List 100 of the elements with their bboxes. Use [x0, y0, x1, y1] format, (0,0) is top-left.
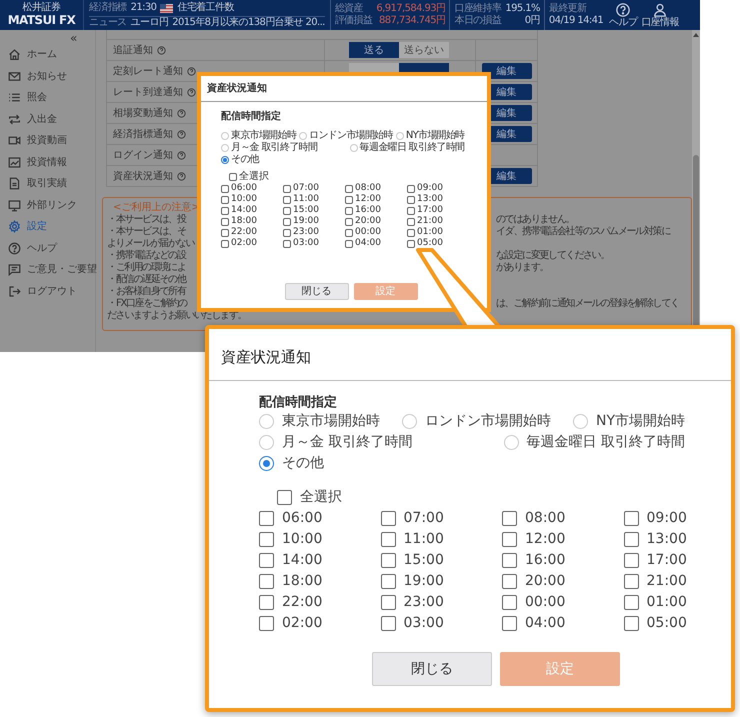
radio-option[interactable]: 東京市場開始時 — [221, 130, 296, 142]
radio-option[interactable]: NY市場開始時 — [396, 130, 465, 142]
sidebar-item[interactable]: 取引実績 — [0, 173, 95, 194]
sidebar-item[interactable]: 投資情報 — [0, 152, 95, 173]
account-button[interactable]: 口座情報 — [639, 0, 681, 30]
help-icon[interactable] — [187, 88, 196, 96]
checkbox-option[interactable]: 09:00 — [624, 508, 687, 529]
checkbox-option[interactable]: 03:00 — [283, 238, 319, 249]
checkbox-option[interactable]: 17:00 — [407, 205, 443, 216]
checkbox-option[interactable]: 05:00 — [624, 613, 687, 634]
checkbox-option[interactable]: 10:00 — [221, 194, 257, 205]
checkbox-option[interactable]: 12:00 — [502, 529, 566, 550]
radio-option[interactable]: 月～金 取引終了時間 — [259, 432, 412, 453]
checkbox-option[interactable]: 13:00 — [624, 529, 687, 550]
sidebar-item[interactable]: 投資動画 — [0, 130, 95, 152]
checkbox-option[interactable]: 11:00 — [283, 194, 319, 205]
checkbox-option[interactable]: 08:00 — [345, 183, 381, 194]
list-icon — [8, 91, 21, 104]
checkbox-option[interactable]: 00:00 — [345, 227, 381, 238]
home-icon — [8, 48, 21, 62]
checkbox-option[interactable]: 07:00 — [283, 183, 319, 194]
help-button[interactable]: ヘルプ — [607, 0, 640, 30]
checkbox-option[interactable]: 06:00 — [259, 508, 322, 529]
checkbox-option[interactable]: 20:00 — [345, 216, 381, 227]
help-icon[interactable] — [187, 66, 196, 76]
setting-label: 経済指標通知 — [113, 128, 173, 142]
checkbox-option[interactable]: 02:00 — [221, 238, 257, 249]
sidebar-item[interactable]: ご意見・ご要望 — [0, 259, 95, 280]
video-camera-icon — [8, 134, 21, 148]
sidebar-item[interactable]: 照会 — [0, 87, 95, 108]
sidebar-item[interactable]: お知らせ — [0, 66, 95, 87]
checkbox-option[interactable]: 00:00 — [502, 592, 566, 613]
checkbox-option[interactable]: 15:00 — [380, 550, 444, 571]
checkbox-option[interactable]: 11:00 — [380, 529, 444, 550]
checkbox-option[interactable]: 03:00 — [380, 613, 444, 634]
checkbox-option[interactable]: 12:00 — [345, 194, 381, 205]
radio-option[interactable]: ロンドン市場開始時 — [299, 130, 393, 142]
checkbox-option[interactable]: 20:00 — [502, 571, 566, 592]
radio-option[interactable]: 月～金 取引終了時間 — [221, 142, 318, 154]
toggle-button[interactable]: 送る — [349, 42, 399, 58]
checkbox-option[interactable]: 10:00 — [259, 529, 322, 550]
sidebar-item[interactable]: 外部リンク — [0, 194, 95, 216]
checkbox-option[interactable]: 15:00 — [283, 205, 319, 216]
checkbox-option[interactable]: 23:00 — [380, 592, 444, 613]
help-icon[interactable] — [177, 172, 186, 180]
checkbox-option[interactable]: 17:00 — [624, 550, 687, 571]
checkbox-option[interactable]: 04:00 — [502, 613, 566, 634]
sidebar-item[interactable]: 入出金 — [0, 108, 95, 130]
checkbox-option[interactable]: 01:00 — [407, 227, 443, 238]
checkbox-option[interactable]: 14:00 — [259, 550, 322, 571]
checkbox-option[interactable]: 16:00 — [502, 550, 566, 571]
radio-option[interactable]: 毎週金曜日 取引終了時間 — [504, 432, 686, 453]
checkbox-option[interactable]: 21:00 — [624, 571, 687, 592]
field-label: 本日の損益 — [454, 15, 502, 27]
radio-option[interactable]: その他 — [221, 154, 259, 166]
checkbox-option[interactable]: 全選択 — [277, 487, 342, 508]
toggle-button[interactable]: 送らない — [399, 42, 449, 58]
checkbox-option[interactable]: 04:00 — [345, 238, 381, 249]
checkbox-option[interactable]: 02:00 — [259, 613, 322, 634]
sidebar-item[interactable]: ヘルプ — [0, 238, 95, 259]
checkbox-option[interactable]: 13:00 — [407, 194, 443, 205]
checkbox-option[interactable]: 22:00 — [221, 227, 257, 238]
help-icon[interactable] — [157, 46, 166, 54]
checkbox-option[interactable]: 06:00 — [221, 183, 257, 194]
radio-option[interactable]: 東京市場開始時 — [259, 411, 380, 432]
help-icon[interactable] — [177, 130, 186, 138]
edit-button[interactable]: 編集 — [482, 63, 532, 79]
checkbox-option[interactable]: 18:00 — [259, 571, 322, 592]
help-icon[interactable] — [177, 150, 186, 160]
close-button[interactable]: 閉じる — [372, 652, 492, 686]
checkbox-option[interactable]: 16:00 — [345, 205, 381, 216]
sidebar-item[interactable]: ホーム — [0, 44, 95, 66]
field-value: 195.1% — [505, 3, 540, 15]
note-text: のではありません。 — [496, 214, 574, 225]
checkbox-option[interactable]: 全選択 — [229, 171, 269, 183]
checkbox-option[interactable]: 14:00 — [221, 205, 257, 216]
collapse-button[interactable]: « — [70, 32, 78, 44]
radio-option[interactable]: その他 — [259, 453, 324, 474]
checkbox-option[interactable]: 22:00 — [259, 592, 322, 613]
checkbox-option[interactable]: 09:00 — [407, 183, 443, 194]
checkbox-option[interactable]: 05:00 — [407, 238, 443, 249]
radio-option[interactable]: 毎週金曜日 取引終了時間 — [350, 142, 465, 154]
checkbox-option[interactable]: 19:00 — [380, 571, 444, 592]
checkbox-option[interactable]: 07:00 — [380, 508, 444, 529]
close-button[interactable]: 閉じる — [284, 283, 348, 300]
radio-option[interactable]: ロンドン市場開始時 — [402, 411, 551, 432]
radio-option[interactable]: NY市場開始時 — [573, 411, 686, 432]
dialog-title: 資産状況通知 — [201, 76, 487, 102]
checkbox-option[interactable]: 01:00 — [624, 592, 687, 613]
checkbox-option[interactable]: 21:00 — [407, 216, 443, 227]
checkbox-option[interactable]: 23:00 — [283, 227, 319, 238]
ticker-text[interactable]: 2015年8月以来の138円台乗せ 20... — [172, 17, 325, 29]
ticker-text[interactable]: 住宅着工件数 — [177, 2, 234, 14]
help-icon[interactable] — [177, 108, 186, 118]
checkbox-option[interactable]: 19:00 — [283, 216, 319, 227]
setting-label: ログイン通知 — [113, 148, 173, 162]
note-text: FX口座をご解約の — [116, 298, 187, 310]
checkbox-option[interactable]: 18:00 — [221, 216, 257, 227]
sidebar-item[interactable]: ログアウト — [0, 280, 95, 302]
checkbox-option[interactable]: 08:00 — [502, 508, 566, 529]
